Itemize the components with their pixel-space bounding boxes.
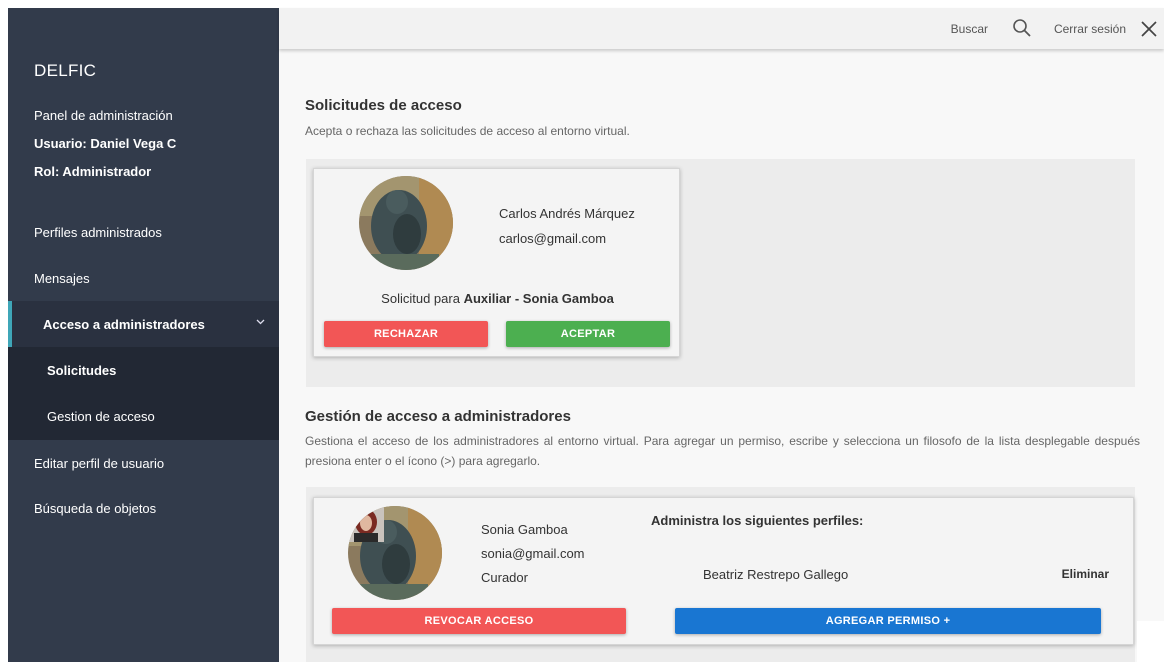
sidebar-item-label: Solicitudes <box>47 362 117 378</box>
sidebar-item-label: Acceso a administradores <box>43 316 205 332</box>
request-card: Carlos Andrés Márquez carlos@gmail.com S… <box>313 168 680 357</box>
admin-role: Curador <box>481 570 528 585</box>
request-prefix: Solicitud para <box>381 291 464 306</box>
sidebar-item-label: Gestion de acceso <box>47 409 155 424</box>
sidebar-item-mensajes[interactable]: Mensajes <box>8 256 279 300</box>
admin-name: Sonia Gamboa <box>481 522 568 537</box>
request-description: Solicitud para Auxiliar - Sonia Gamboa <box>314 291 681 306</box>
requests-title: Solicitudes de acceso <box>305 97 462 114</box>
user-label: Usuario: Daniel Vega C <box>34 136 177 151</box>
chevron-down-icon <box>256 316 265 328</box>
sidebar-item-label: Búsqueda de objetos <box>34 500 157 516</box>
reject-button[interactable]: RECHAZAR <box>324 321 488 347</box>
admin-access-card: Sonia Gamboa sonia@gmail.com Curador Adm… <box>313 497 1134 645</box>
requester-email: carlos@gmail.com <box>499 231 607 246</box>
search-link[interactable]: Buscar <box>951 22 988 36</box>
sidebar-item-editar-perfil[interactable]: Editar perfil de usuario <box>8 440 279 486</box>
sidebar-item-gestion-de-acceso[interactable]: Gestion de acceso <box>8 393 279 440</box>
accept-button[interactable]: ACEPTAR <box>506 321 670 347</box>
remove-profile-link[interactable]: Eliminar <box>1062 567 1109 581</box>
sidebar-item-label: Editar perfil de usuario <box>34 455 165 471</box>
main-content: Solicitudes de acceso Acepta o rechaza l… <box>279 49 1164 662</box>
managed-profile-name: Beatriz Restrepo Gallego <box>703 567 849 582</box>
managed-profiles-heading: Administra los siguientes perfiles: <box>651 513 864 528</box>
access-management-description: Gestiona el acceso de los administradore… <box>305 434 1140 468</box>
admin-email: sonia@gmail.com <box>481 546 585 561</box>
requests-description: Acepta o rechaza las solicitudes de acce… <box>305 124 630 138</box>
sidebar-item-acceso-administradores[interactable]: Acceso a administradores <box>8 301 279 347</box>
brand-title: DELFIC <box>34 61 97 80</box>
search-icon[interactable] <box>1012 18 1032 38</box>
avatar <box>348 506 442 600</box>
content-gap <box>1137 621 1164 662</box>
request-target: Auxiliar - Sonia Gamboa <box>463 291 614 306</box>
panel-label: Panel de administración <box>34 108 173 123</box>
logout-link[interactable]: Cerrar sesión <box>1054 22 1126 36</box>
topbar: Buscar Cerrar sesión <box>279 8 1164 49</box>
sidebar-item-solicitudes[interactable]: Solicitudes <box>8 347 279 393</box>
requester-name: Carlos Andrés Márquez <box>499 206 635 221</box>
avatar <box>359 176 453 270</box>
access-management-title: Gestión de acceso a administradores <box>305 408 571 425</box>
sidebar: DELFIC Panel de administración Usuario: … <box>8 8 279 662</box>
sidebar-item-perfiles-administrados[interactable]: Perfiles administrados <box>8 210 279 254</box>
sidebar-item-label: Mensajes <box>34 270 90 286</box>
revoke-access-button[interactable]: REVOCAR ACCESO <box>332 608 626 634</box>
sidebar-item-busqueda-objetos[interactable]: Búsqueda de objetos <box>8 486 279 530</box>
role-label: Rol: Administrador <box>34 164 152 179</box>
sidebar-item-label: Perfiles administrados <box>34 224 162 240</box>
add-permission-button[interactable]: AGREGAR PERMISO + <box>675 608 1101 634</box>
close-icon[interactable] <box>1140 20 1158 38</box>
